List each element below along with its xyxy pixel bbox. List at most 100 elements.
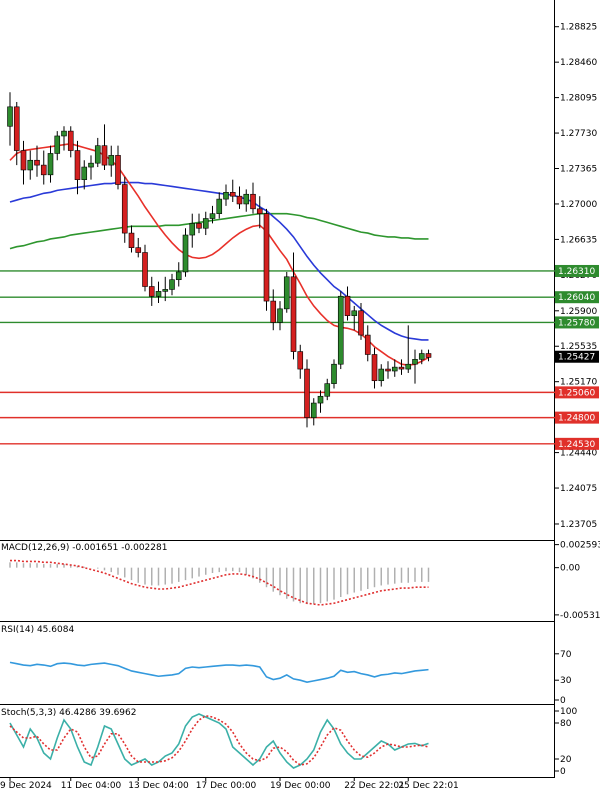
candle — [148, 276, 155, 306]
rsi-tick-label: 30 — [560, 676, 572, 686]
candle — [236, 186, 243, 209]
candle-body — [121, 184, 128, 234]
candle-body — [358, 310, 364, 336]
candle — [229, 179, 236, 203]
candle-body — [290, 276, 297, 352]
candle-body — [270, 300, 277, 323]
price-tick-label: 1.23705 — [560, 520, 597, 530]
current-price-label: 1.25427 — [558, 353, 595, 363]
candle — [196, 213, 202, 234]
level-label: 1.25060 — [558, 388, 595, 398]
price-tick-label: 1.28460 — [560, 58, 597, 68]
level-label: 1.25780 — [558, 318, 595, 328]
moving-averages — [9, 142, 429, 366]
time-tick-label: 25 Dec 22:01 — [398, 781, 459, 789]
candle — [121, 176, 128, 243]
candle — [175, 262, 182, 287]
chart-canvas[interactable]: 1.28825 1.28460 1.28095 1.27730 1.27365 1.270… — [0, 0, 600, 791]
time-tick-label: 13 Dec 04:00 — [128, 781, 189, 789]
macd-panel[interactable]: MACD(12,26,9) -0.001651 -0.002281 0.0025… — [1, 541, 600, 621]
stochastic-panel[interactable]: Stoch(5,3,3) 46.4286 39.6962 100 80 20 0 — [1, 707, 577, 777]
candle — [250, 182, 256, 214]
candle-body — [169, 279, 175, 290]
time-axis: 9 Dec 2024 11 Dec 04:00 13 Dec 04:00 17 Dec… — [0, 777, 459, 791]
candle-body — [229, 192, 236, 197]
candle-body — [412, 359, 418, 365]
candle — [344, 286, 351, 321]
candle-body — [324, 383, 331, 397]
candle-body — [135, 247, 142, 253]
price-tick-label: 1.26635 — [560, 235, 597, 245]
candle-body — [101, 145, 108, 166]
candle — [270, 289, 277, 331]
candle — [7, 92, 13, 146]
candle-body — [196, 223, 202, 229]
candle — [405, 325, 412, 373]
price-tick-label: 1.27730 — [560, 129, 597, 139]
candle — [277, 301, 283, 331]
candle — [34, 145, 40, 177]
candle-body — [128, 232, 135, 248]
macd-tick-label: -0.005312 — [560, 611, 600, 621]
stoch-title: Stoch(5,3,3) 46.4286 39.6962 — [1, 708, 136, 718]
candle — [94, 137, 101, 168]
candle-body — [250, 193, 256, 210]
candle — [331, 359, 337, 389]
rsi-path — [9, 661, 429, 684]
candle — [135, 237, 142, 258]
candle-body — [256, 208, 263, 214]
candle-body — [223, 192, 229, 200]
stoch-tick-label: 0 — [560, 767, 566, 777]
price-tick-label: 1.28095 — [560, 94, 597, 104]
level-label: 1.26040 — [558, 293, 595, 303]
rsi-panel[interactable]: RSI(14) 45.6084 70 30 0 — [1, 625, 572, 706]
candle — [47, 145, 54, 183]
candle-body — [385, 368, 391, 372]
candle — [20, 140, 27, 185]
panel-separators — [0, 0, 555, 778]
candle — [364, 325, 371, 362]
candle-body — [182, 234, 189, 273]
candle — [155, 281, 162, 304]
price-tick-label: 1.25900 — [560, 307, 597, 317]
candle-body — [364, 334, 371, 355]
time-tick-label: 19 Dec 00:00 — [270, 781, 331, 789]
price-tick-label: 1.24440 — [560, 449, 597, 459]
rsi-axis: 70 30 0 — [555, 650, 572, 706]
candle — [128, 225, 135, 253]
candle-body — [54, 135, 61, 154]
candle-body — [162, 289, 169, 292]
candle-body — [297, 351, 304, 370]
candle — [108, 145, 115, 177]
candle-body — [331, 363, 337, 384]
rsi-tick-label: 0 — [560, 696, 566, 706]
candle-body — [277, 308, 283, 323]
level-label: 1.24530 — [558, 440, 595, 450]
stoch-axis: 100 80 20 0 — [555, 707, 577, 777]
candle-body — [351, 310, 358, 316]
price-tick-label: 1.28825 — [560, 23, 597, 33]
candle-body — [115, 155, 121, 185]
candle — [74, 140, 81, 195]
macd-histogram — [9, 562, 430, 605]
candle-body — [88, 162, 94, 168]
candle-body — [317, 395, 324, 404]
candle-body — [61, 130, 67, 137]
candle-body — [283, 276, 290, 310]
level-label: 1.26310 — [558, 267, 595, 277]
candle — [283, 271, 290, 313]
price-panel[interactable]: 1.28825 1.28460 1.28095 1.27730 1.27365 1.270… — [0, 23, 599, 530]
macd-signal-path — [10, 559, 429, 606]
candle — [412, 349, 418, 384]
candle-body — [74, 150, 81, 180]
candle-body — [34, 159, 40, 166]
candle — [142, 244, 148, 292]
candle — [40, 150, 47, 185]
candle-body — [337, 295, 344, 365]
candle — [189, 213, 196, 248]
candle — [337, 291, 344, 370]
stoch-tick-label: 80 — [560, 719, 572, 729]
candle-body — [209, 213, 216, 219]
candle — [27, 150, 34, 180]
candle — [169, 273, 175, 296]
